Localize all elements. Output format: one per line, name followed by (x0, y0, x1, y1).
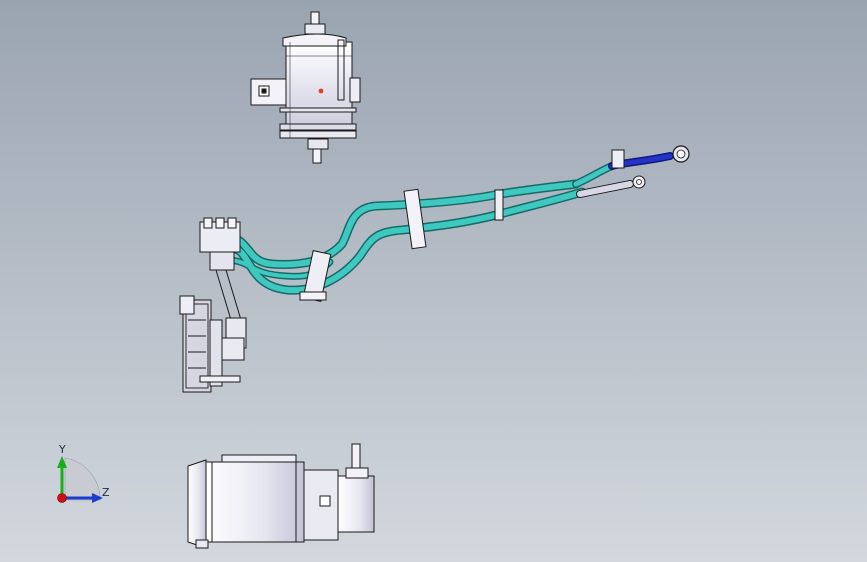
triad-z-label: Z (102, 486, 110, 499)
viewport-background (0, 0, 867, 562)
cad-3d-viewport[interactable] (0, 0, 867, 562)
triad-y-label: Y (59, 443, 66, 456)
